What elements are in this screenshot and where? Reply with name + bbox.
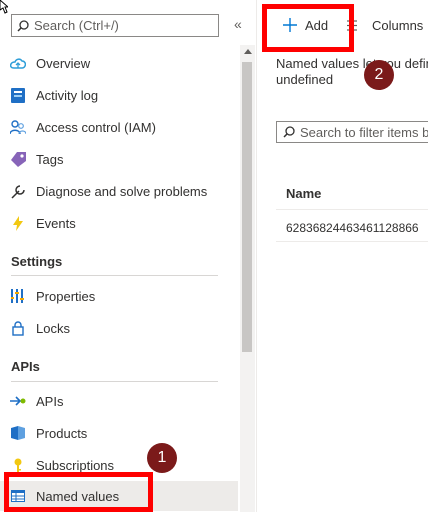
sidebar-item-locks[interactable]: Locks bbox=[0, 313, 238, 343]
properties-icon bbox=[10, 288, 26, 304]
sidebar-item-access-control[interactable]: Access control (IAM) bbox=[0, 112, 238, 142]
section-header-settings: Settings bbox=[11, 254, 63, 269]
sidebar-item-events[interactable]: Events bbox=[0, 208, 238, 238]
sidebar-item-apis[interactable]: APIs bbox=[0, 386, 238, 416]
sidebar-item-tags[interactable]: Tags bbox=[0, 144, 238, 174]
highlight-named-values bbox=[4, 472, 153, 512]
section-divider bbox=[11, 275, 218, 276]
api-icon bbox=[10, 393, 26, 409]
column-header-name[interactable]: Name bbox=[286, 186, 321, 201]
sidebar-item-label: Subscriptions bbox=[36, 457, 115, 473]
blade-description: Named values let you defin undefined bbox=[276, 56, 428, 87]
menu-search-input[interactable]: Search (Ctrl+/) bbox=[11, 14, 219, 37]
sidebar-item-overview[interactable]: Overview bbox=[0, 48, 238, 78]
step-badge-2: 2 bbox=[364, 60, 394, 90]
section-header-apis: APIs bbox=[11, 359, 40, 374]
sidebar-item-diagnose[interactable]: Diagnose and solve problems bbox=[0, 176, 238, 206]
sidebar-item-label: Tags bbox=[36, 151, 64, 167]
sidebar-item-products[interactable]: Products bbox=[0, 418, 238, 448]
mouse-cursor-icon bbox=[0, 0, 8, 14]
sidebar-item-label: Diagnose and solve problems bbox=[36, 183, 208, 199]
table-row[interactable]: 62836824463461128866 bbox=[286, 221, 419, 235]
people-icon bbox=[10, 119, 26, 135]
key-icon bbox=[10, 457, 26, 473]
row-divider bbox=[276, 241, 428, 242]
sidebar-item-label: Activity log bbox=[36, 87, 99, 103]
sidebar-item-label: Locks bbox=[36, 320, 70, 336]
filter-placeholder: Search to filter items b bbox=[300, 124, 428, 140]
tag-icon bbox=[10, 151, 26, 167]
header-divider bbox=[276, 209, 428, 210]
sidebar-item-activity-log[interactable]: Activity log bbox=[0, 80, 238, 110]
filter-input[interactable]: Search to filter items b bbox=[276, 121, 428, 143]
named-values-blade: Add Columns Named values let you defin u… bbox=[257, 0, 428, 512]
sidebar-item-label: Events bbox=[36, 215, 76, 231]
sidebar-item-properties[interactable]: Properties bbox=[0, 281, 238, 311]
search-icon bbox=[17, 19, 29, 32]
lock-icon bbox=[10, 320, 26, 336]
lightning-icon bbox=[10, 215, 26, 231]
section-divider bbox=[11, 381, 218, 382]
columns-button-label: Columns bbox=[372, 17, 424, 33]
wrench-icon bbox=[10, 183, 26, 199]
cloud-icon bbox=[10, 55, 26, 71]
sidebar-item-label: Overview bbox=[36, 55, 91, 71]
sidebar-item-label: APIs bbox=[36, 393, 64, 409]
products-icon bbox=[10, 425, 26, 441]
columns-button[interactable]: Columns bbox=[347, 10, 423, 40]
scroll-up-arrow-icon[interactable] bbox=[244, 49, 252, 54]
step-badge-1: 1 bbox=[147, 443, 177, 473]
sidebar-item-label: Properties bbox=[36, 288, 96, 304]
resource-menu: Search (Ctrl+/) « Overview Activity log … bbox=[0, 0, 242, 512]
collapse-menu-button[interactable]: « bbox=[234, 16, 242, 32]
activity-log-icon bbox=[10, 87, 26, 103]
search-placeholder: Search (Ctrl+/) bbox=[34, 18, 119, 33]
highlight-add-button bbox=[262, 4, 354, 52]
scrollbar-thumb[interactable] bbox=[242, 62, 252, 352]
sidebar-item-label: Access control (IAM) bbox=[36, 119, 156, 135]
sidebar-item-label: Products bbox=[36, 425, 88, 441]
search-icon bbox=[283, 126, 295, 138]
